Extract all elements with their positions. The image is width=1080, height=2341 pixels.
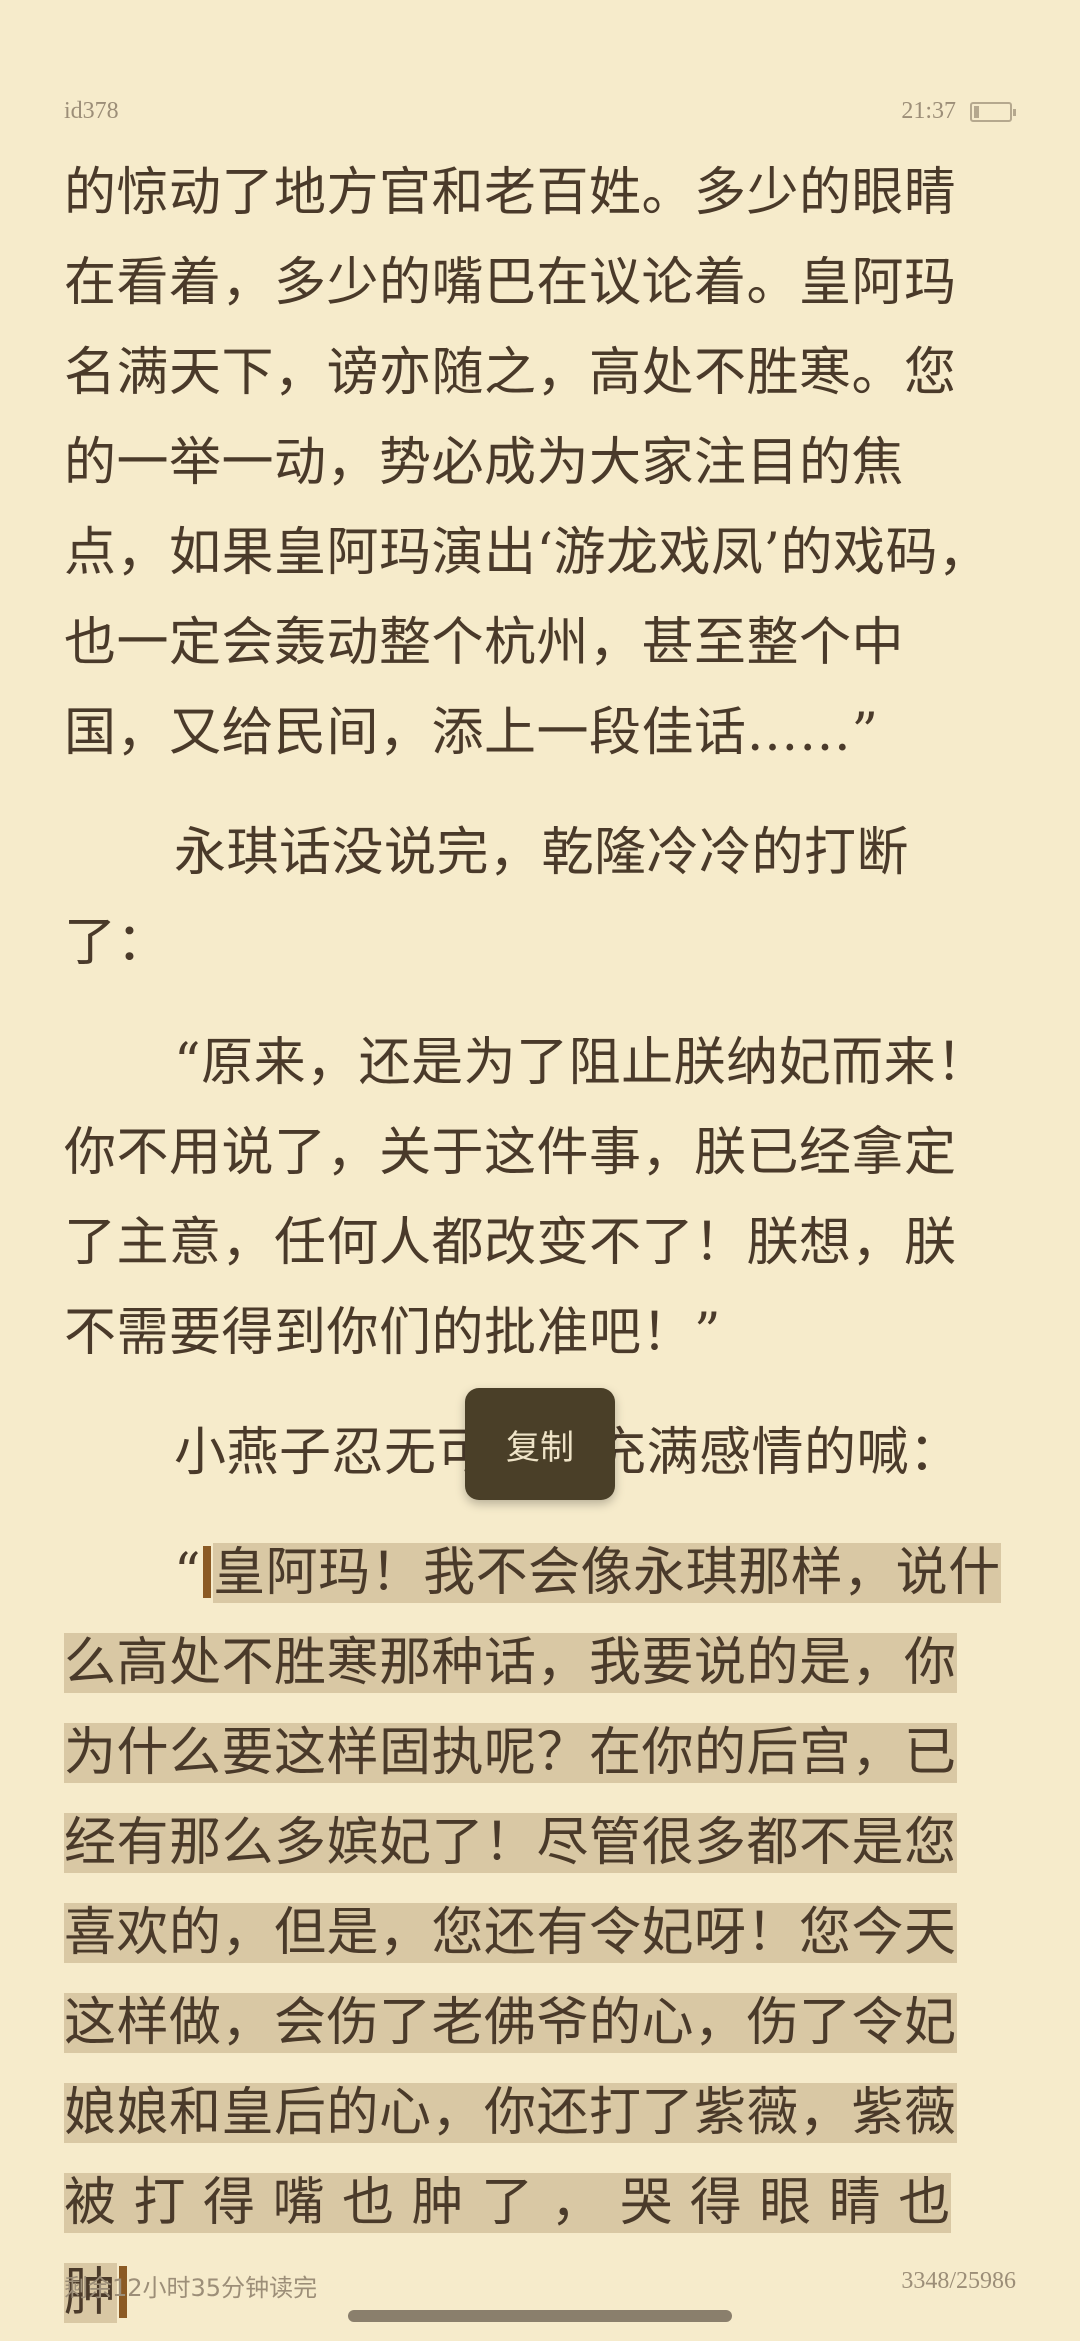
text-line: 也一定会轰动整个杭州，甚至整个中	[64, 613, 905, 673]
text-line: 国，又给民间，添上一段佳话……”	[64, 703, 879, 763]
text-line: “原来，还是为了阻止朕纳妃而来！	[174, 1033, 989, 1093]
text-line: 的一举一动，势必成为大家注目的焦	[64, 433, 905, 493]
status-bar: 21:37	[901, 98, 1016, 125]
battery-icon	[970, 101, 1016, 122]
selected-text-line[interactable]: 这样做，会伤了老佛爷的心，伤了令妃	[64, 1993, 957, 2053]
quote-mark: “	[174, 1543, 202, 1603]
selected-text-line-wrapper[interactable]: 喜欢的，但是，您还有令妃呀！您今天	[64, 1888, 1016, 1978]
home-indicator[interactable]	[348, 2310, 732, 2322]
selected-text-line-wrapper[interactable]: 这样做，会伤了老佛爷的心，伤了令妃	[64, 1978, 1016, 2068]
selection-start-handle[interactable]	[203, 1546, 212, 1598]
selected-paragraph[interactable]: “皇阿玛！我不会像永琪那样，说什 么高处不胜寒那种话，我要说的是，你 为什么要这样…	[64, 1528, 1016, 2338]
text-line: 了主意，任何人都改变不了！朕想，朕	[64, 1213, 957, 1273]
selected-text-line-wrapper[interactable]: 么高处不胜寒那种话，我要说的是，你	[64, 1618, 1016, 1708]
page-progress: 3348/25986	[901, 2268, 1016, 2294]
paragraph: “原来，还是为了阻止朕纳妃而来！ 你不用说了，关于这件事，朕已经拿定 了主意，任何人…	[64, 1018, 1016, 1378]
copy-button[interactable]: 复制	[465, 1388, 615, 1500]
selected-text-line[interactable]: 皇阿玛！我不会像永琪那样，说什	[213, 1543, 1001, 1603]
text-line: 在看着，多少的嘴巴在议论着。皇阿玛	[64, 253, 957, 313]
selected-text-line-wrapper[interactable]: 经有那么多嫔妃了！尽管很多都不是您	[64, 1798, 1016, 1888]
selected-text-line-wrapper[interactable]: 娘娘和皇后的心，你还打了紫薇，紫薇	[64, 2068, 1016, 2158]
selected-text-line[interactable]: 么高处不胜寒那种话，我要说的是，你	[64, 1633, 957, 1693]
selected-text-line[interactable]: 娘娘和皇后的心，你还打了紫薇，紫薇	[64, 2083, 957, 2143]
text-line: 永琪话没说完，乾隆冷冷的打断	[174, 823, 910, 883]
paragraph: 的惊动了地方官和老百姓。多少的眼睛 在看着，多少的嘴巴在议论着。皇阿玛 名满天下，谤…	[64, 148, 1016, 778]
text-line: 名满天下，谤亦随之，高处不胜寒。您	[64, 343, 957, 403]
text-line: 你不用说了，关于这件事，朕已经拿定	[64, 1123, 957, 1183]
selected-text-line-wrapper[interactable]: 为什么要这样固执呢？在你的后宫，已	[64, 1708, 1016, 1798]
clock: 21:37	[901, 98, 956, 124]
reading-content[interactable]: 的惊动了地方官和老百姓。多少的眼睛 在看着，多少的嘴巴在议论着。皇阿玛 名满天下，谤…	[64, 148, 1016, 2338]
reading-time-left: 剩余12小时35分钟读完	[64, 2274, 318, 2302]
selected-text-line[interactable]: 经有那么多嫔妃了！尽管很多都不是您	[64, 1813, 957, 1873]
text-line: 了：	[64, 913, 170, 973]
selected-text-line[interactable]: 喜欢的，但是，您还有令妃呀！您今天	[64, 1903, 957, 1963]
text-line: 点，如果皇阿玛演出‘游龙戏凤’的戏码，	[64, 523, 991, 583]
text-line: 的惊动了地方官和老百姓。多少的眼睛	[64, 163, 957, 223]
paragraph: 永琪话没说完，乾隆冷冷的打断 了：	[64, 808, 1016, 988]
selected-text-line[interactable]: 为什么要这样固执呢？在你的后宫，已	[64, 1723, 957, 1783]
book-id: id378	[64, 98, 119, 124]
text-line: 不需要得到你们的批准吧！”	[64, 1303, 722, 1363]
